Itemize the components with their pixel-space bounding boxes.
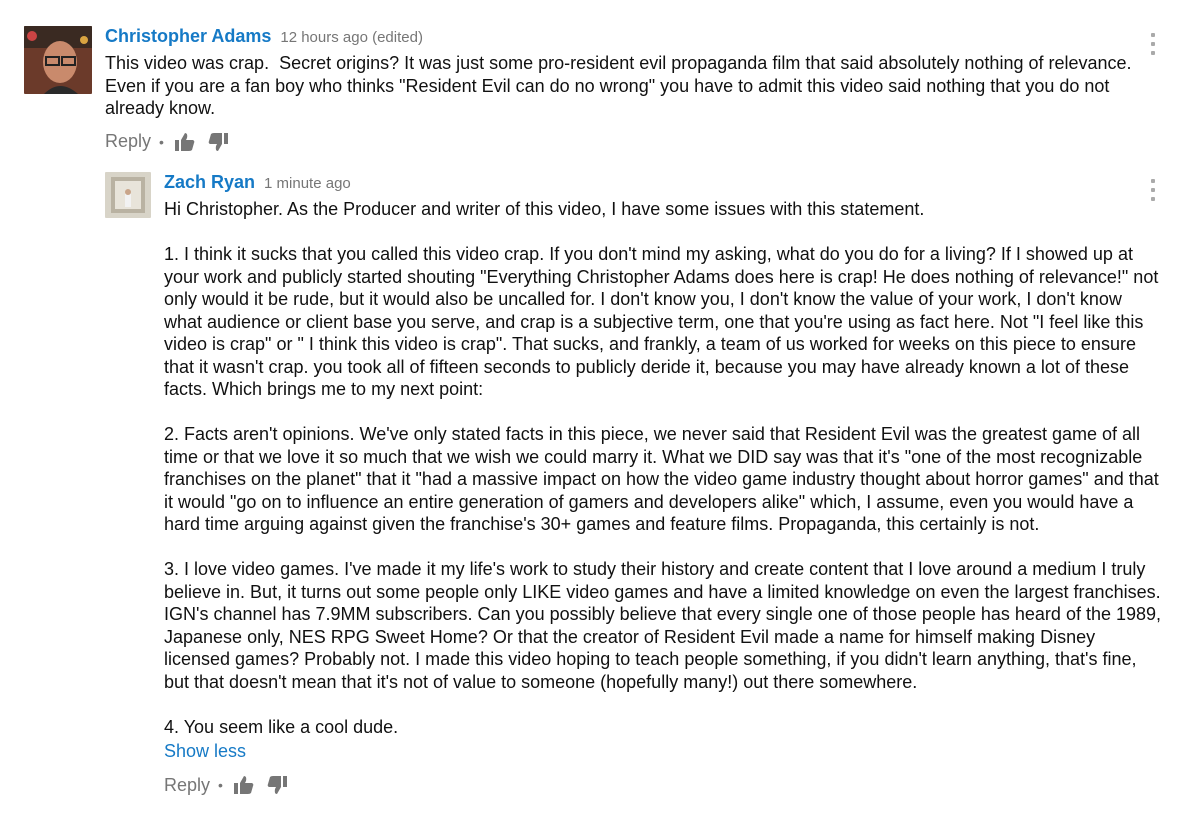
separator-dot: • bbox=[218, 777, 223, 793]
comment-menu-icon[interactable] bbox=[1148, 33, 1158, 55]
author-name[interactable]: Zach Ryan bbox=[164, 172, 255, 193]
comment-body: Christopher Adams 12 hours ago (edited) … bbox=[105, 26, 1135, 155]
separator-dot: • bbox=[159, 133, 164, 150]
thumbs-up-icon[interactable] bbox=[174, 131, 196, 153]
reply-header: Zach Ryan 1 minute ago bbox=[164, 172, 1164, 198]
reply-menu-icon[interactable] bbox=[1148, 179, 1158, 201]
timestamp[interactable]: 12 hours ago (edited) bbox=[280, 29, 423, 46]
reply-body: Zach Ryan 1 minute ago Hi Christopher. A… bbox=[164, 172, 1164, 798]
reply-button[interactable]: Reply bbox=[105, 131, 151, 152]
zach-avatar-photo bbox=[105, 172, 151, 218]
show-less-link[interactable]: Show less bbox=[164, 741, 246, 762]
comment-header: Christopher Adams 12 hours ago (edited) bbox=[105, 26, 1135, 52]
timestamp[interactable]: 1 minute ago bbox=[264, 175, 351, 192]
comment-actions: Reply • bbox=[105, 129, 1135, 155]
avatar[interactable] bbox=[24, 26, 92, 94]
thumbs-up-icon[interactable] bbox=[233, 774, 255, 796]
thumbs-down-icon[interactable] bbox=[266, 774, 288, 796]
reply-text: Hi Christopher. As the Producer and writ… bbox=[164, 199, 1162, 737]
christopher-avatar-photo bbox=[24, 26, 92, 94]
reply-button[interactable]: Reply bbox=[164, 775, 210, 796]
reply-actions: Reply • bbox=[164, 772, 1164, 798]
avatar[interactable] bbox=[105, 172, 151, 218]
comment-text: This video was crap. Secret origins? It … bbox=[105, 53, 1142, 118]
thumbs-down-icon[interactable] bbox=[207, 131, 229, 153]
author-name[interactable]: Christopher Adams bbox=[105, 26, 271, 47]
